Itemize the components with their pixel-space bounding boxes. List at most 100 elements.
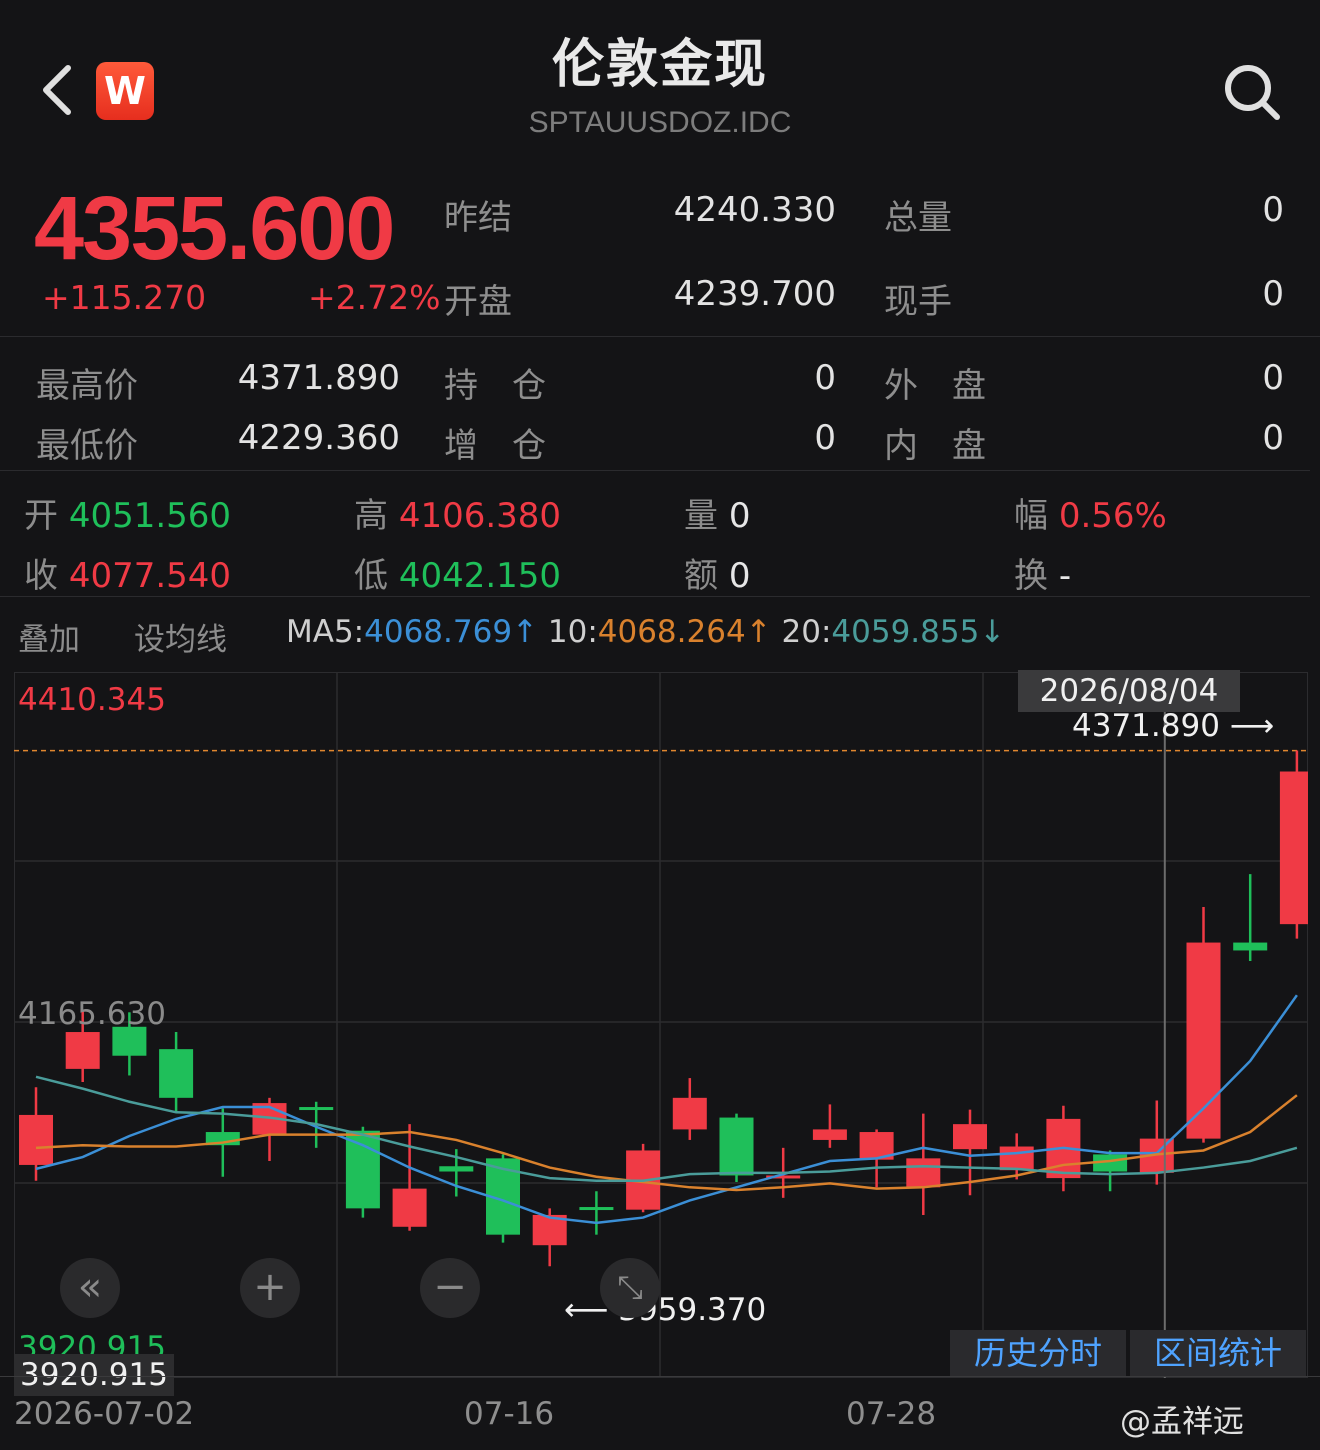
candle-body	[672, 1097, 707, 1130]
candle-high-value: 4106.380	[398, 496, 562, 536]
candle-body	[345, 1130, 380, 1209]
prev-settle-label: 昨结	[444, 198, 512, 238]
ma5-label: MA5:	[286, 614, 365, 650]
candles	[19, 750, 1308, 1267]
outer-value: 0	[1262, 358, 1284, 398]
zoom-out-button[interactable]: −	[420, 1258, 480, 1318]
high-value: 4371.890	[237, 358, 400, 398]
range-stats-button[interactable]: 区间统计	[1130, 1330, 1306, 1376]
set-ma-button[interactable]: 设均线	[134, 614, 227, 659]
candle-high-label: 高	[354, 496, 388, 536]
inner-label: 内 盘	[884, 426, 986, 466]
candle-open: 开 4051.560	[24, 488, 231, 537]
candle-volume-value: 0	[728, 496, 751, 536]
ma10-line	[35, 1094, 1298, 1192]
candle-body	[812, 1129, 847, 1140]
candle-turnover-label: 换	[1014, 556, 1048, 596]
zoom-in-button[interactable]: +	[240, 1258, 300, 1318]
chart-grid	[14, 672, 1308, 1378]
prev-settle-value: 4240.330	[673, 190, 836, 230]
current-hand-label: 现手	[884, 282, 952, 322]
candle-body	[1233, 942, 1268, 951]
x-label-mid1: 07-16	[464, 1396, 555, 1432]
open-value: 4239.700	[673, 274, 836, 314]
candle-body	[1279, 771, 1308, 925]
candle-body	[299, 1107, 334, 1111]
ma20-label: 20:	[781, 614, 832, 650]
candle-body	[953, 1124, 987, 1150]
inner-value: 0	[1262, 418, 1284, 458]
oi-change-value: 0	[814, 418, 836, 458]
candle-body	[906, 1158, 941, 1188]
overlay-button[interactable]: 叠加	[18, 614, 80, 659]
x-label-start: 2026-07-02	[14, 1396, 195, 1432]
candle-body	[19, 1114, 53, 1165]
candle-body	[719, 1117, 754, 1176]
candle-body	[439, 1166, 474, 1172]
candle-close-label: 收	[24, 556, 58, 596]
last-price: 4355.600	[34, 179, 395, 279]
current-hand-value: 0	[1262, 274, 1284, 314]
candle-amount-value: 0	[728, 556, 751, 596]
candle-amount-label: 额	[684, 556, 718, 596]
oi-change-label: 增 仓	[444, 426, 546, 466]
candle-amount: 额 0	[684, 548, 750, 597]
low-marker: ⟵ 3959.370	[564, 1292, 767, 1328]
candle-body	[159, 1049, 194, 1098]
bottom-price-box: 3920.915	[14, 1354, 174, 1396]
divider	[0, 336, 1320, 337]
candle-turnover-value: -	[1058, 556, 1072, 596]
symbol-code: SPTAUUSDOZ.IDC	[528, 106, 792, 139]
plus-icon: +	[253, 1264, 287, 1310]
candle-amplitude: 幅 0.56%	[1014, 488, 1167, 537]
price-change: +115.270	[42, 278, 207, 317]
ma10-value: 4068.264↑	[597, 614, 772, 650]
candlestick-chart[interactable]	[14, 672, 1308, 1378]
x-label-mid2: 07-28	[846, 1396, 937, 1432]
minus-icon: −	[433, 1264, 467, 1310]
candle-open-label: 开	[24, 496, 58, 536]
ma5-line	[35, 994, 1298, 1225]
candle-low-label: 低	[354, 556, 388, 596]
double-chevron-left-icon: «	[77, 1264, 103, 1310]
search-icon[interactable]	[1222, 62, 1282, 122]
candle-low: 低 4042.150	[354, 548, 561, 597]
ma10-label: 10:	[547, 614, 598, 650]
page-title: 伦敦金现	[551, 35, 768, 95]
expand-button[interactable]: ⤡	[600, 1258, 660, 1318]
candle-low-value: 4042.150	[398, 556, 562, 596]
crosshair-date: 2026/08/04	[1018, 670, 1240, 712]
candle-close: 收 4077.540	[24, 548, 231, 597]
price-change-percent: +2.72%	[308, 278, 441, 317]
candle-high: 高 4106.380	[354, 488, 561, 537]
expand-icon: ⤡	[617, 1268, 643, 1306]
candle-amplitude-value: 0.56%	[1058, 496, 1167, 536]
x-axis-line	[0, 1376, 1320, 1377]
outer-label: 外 盘	[884, 366, 986, 406]
candle-body	[392, 1188, 427, 1227]
candle-volume-label: 量	[684, 496, 718, 536]
moving-averages	[35, 994, 1298, 1225]
candle-close-value: 4077.540	[68, 556, 232, 596]
candle-open-value: 4051.560	[68, 496, 232, 536]
high-marker: 4371.890 ⟶	[1072, 708, 1275, 744]
chart-mid-price: 4165.630	[18, 996, 166, 1032]
divider	[0, 470, 1310, 471]
volume-label: 总量	[884, 198, 952, 238]
candle-body	[65, 1032, 100, 1069]
open-interest-value: 0	[814, 358, 836, 398]
high-label: 最高价	[36, 366, 138, 406]
rewind-button[interactable]: «	[60, 1258, 120, 1318]
open-interest-label: 持 仓	[444, 366, 546, 406]
candle-volume: 量 0	[684, 488, 750, 537]
volume-value: 0	[1262, 190, 1284, 230]
chart-top-price: 4410.345	[18, 682, 166, 718]
candle-body	[999, 1146, 1034, 1171]
low-value: 4229.360	[237, 418, 400, 458]
watermark: @孟祥远	[1120, 1404, 1244, 1440]
ma20-value: 4059.855↓	[831, 614, 1006, 650]
candle-amplitude-label: 幅	[1014, 496, 1048, 536]
divider	[0, 596, 1310, 597]
ma-legend: MA5:4068.769↑ 10:4068.264↑ 20:4059.855↓	[286, 614, 1005, 650]
history-intraday-button[interactable]: 历史分时	[950, 1330, 1126, 1376]
